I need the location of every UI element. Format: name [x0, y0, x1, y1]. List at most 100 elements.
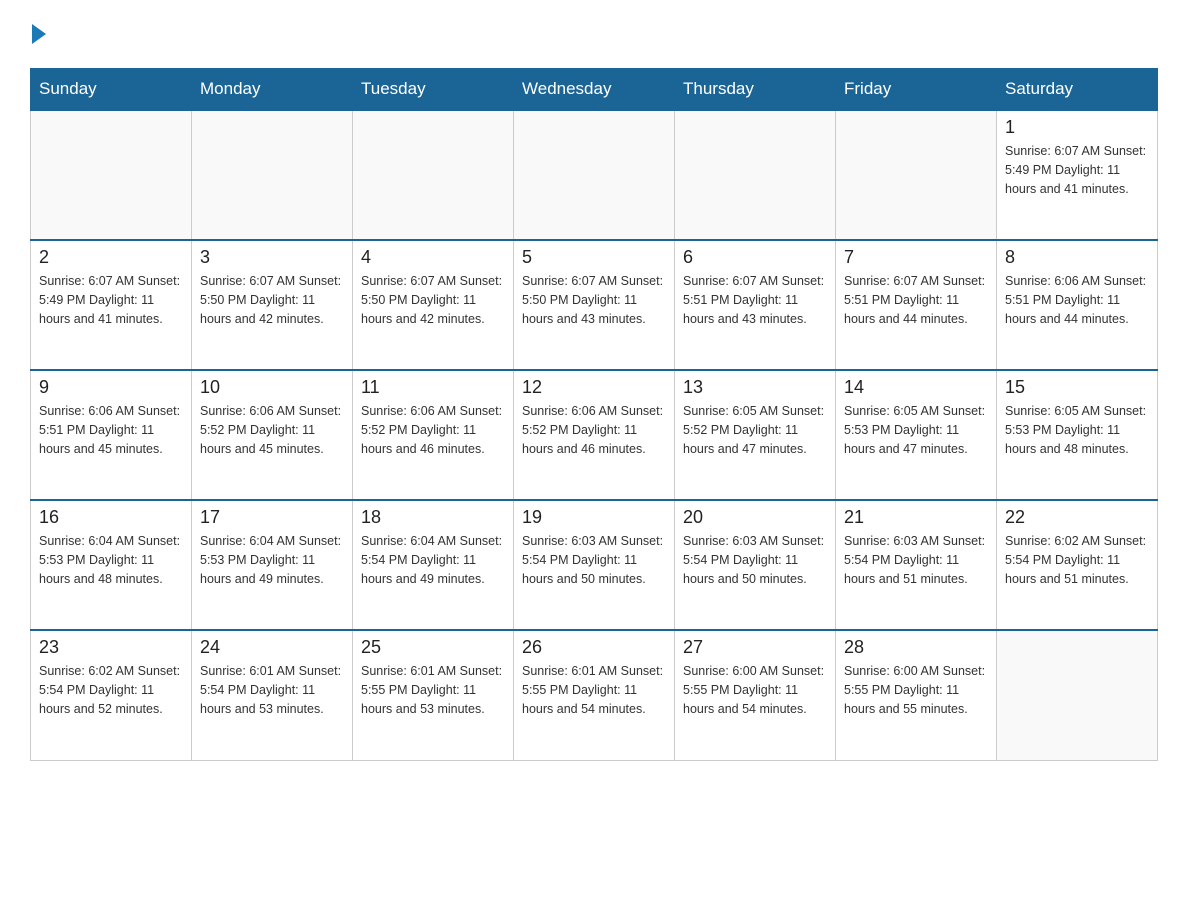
- day-number: 11: [361, 377, 505, 398]
- day-info: Sunrise: 6:03 AM Sunset: 5:54 PM Dayligh…: [683, 532, 827, 588]
- calendar-cell: 19 Sunrise: 6:03 AM Sunset: 5:54 PM Dayli…: [514, 500, 675, 630]
- day-number: 27: [683, 637, 827, 658]
- day-info: Sunrise: 6:06 AM Sunset: 5:51 PM Dayligh…: [1005, 272, 1149, 328]
- day-number: 10: [200, 377, 344, 398]
- day-header-thursday: Thursday: [675, 69, 836, 111]
- calendar-cell: 7Sunrise: 6:07 AM Sunset: 5:51 PM Daylig…: [836, 240, 997, 370]
- calendar-cell: 17 Sunrise: 6:04 AM Sunset: 5:53 PM Dayli…: [192, 500, 353, 630]
- day-header-saturday: Saturday: [997, 69, 1158, 111]
- calendar-cell: 4 Sunrise: 6:07 AM Sunset: 5:50 PM Daylig…: [353, 240, 514, 370]
- day-number: 13: [683, 377, 827, 398]
- day-info: Sunrise: 6:06 AM Sunset: 5:52 PM Dayligh…: [200, 402, 344, 458]
- day-info: Sunrise: 6:07 AM Sunset: 5:50 PM Dayligh…: [522, 272, 666, 328]
- day-info: Sunrise: 6:02 AM Sunset: 5:54 PM Dayligh…: [1005, 532, 1149, 588]
- calendar-header-row: SundayMondayTuesdayWednesdayThursdayFrid…: [31, 69, 1158, 111]
- day-info: Sunrise: 6:03 AM Sunset: 5:54 PM Dayligh…: [522, 532, 666, 588]
- calendar-cell: 20 Sunrise: 6:03 AM Sunset: 5:54 PM Dayli…: [675, 500, 836, 630]
- day-number: 15: [1005, 377, 1149, 398]
- day-info: Sunrise: 6:07 AM Sunset: 5:51 PM Dayligh…: [683, 272, 827, 328]
- day-header-sunday: Sunday: [31, 69, 192, 111]
- calendar-cell: [31, 110, 192, 240]
- day-info: Sunrise: 6:00 AM Sunset: 5:55 PM Dayligh…: [844, 662, 988, 718]
- calendar-cell: 28Sunrise: 6:00 AM Sunset: 5:55 PM Dayli…: [836, 630, 997, 760]
- page-header: [30, 20, 1158, 58]
- day-number: 4: [361, 247, 505, 268]
- calendar-cell: 24 Sunrise: 6:01 AM Sunset: 5:54 PM Dayli…: [192, 630, 353, 760]
- day-info: Sunrise: 6:07 AM Sunset: 5:50 PM Dayligh…: [361, 272, 505, 328]
- calendar-cell: [192, 110, 353, 240]
- day-number: 9: [39, 377, 183, 398]
- calendar-cell: 5 Sunrise: 6:07 AM Sunset: 5:50 PM Daylig…: [514, 240, 675, 370]
- calendar-cell: 25 Sunrise: 6:01 AM Sunset: 5:55 PM Dayli…: [353, 630, 514, 760]
- day-info: Sunrise: 6:07 AM Sunset: 5:50 PM Dayligh…: [200, 272, 344, 328]
- day-header-tuesday: Tuesday: [353, 69, 514, 111]
- day-number: 18: [361, 507, 505, 528]
- calendar-cell: 8 Sunrise: 6:06 AM Sunset: 5:51 PM Daylig…: [997, 240, 1158, 370]
- calendar-cell: 15 Sunrise: 6:05 AM Sunset: 5:53 PM Dayli…: [997, 370, 1158, 500]
- calendar-cell: 18Sunrise: 6:04 AM Sunset: 5:54 PM Dayli…: [353, 500, 514, 630]
- calendar-cell: 2Sunrise: 6:07 AM Sunset: 5:49 PM Daylig…: [31, 240, 192, 370]
- calendar-cell: 16 Sunrise: 6:04 AM Sunset: 5:53 PM Dayli…: [31, 500, 192, 630]
- calendar-cell: 14 Sunrise: 6:05 AM Sunset: 5:53 PM Dayli…: [836, 370, 997, 500]
- calendar-cell: 11 Sunrise: 6:06 AM Sunset: 5:52 PM Dayli…: [353, 370, 514, 500]
- day-number: 17: [200, 507, 344, 528]
- day-number: 24: [200, 637, 344, 658]
- calendar-cell: 9 Sunrise: 6:06 AM Sunset: 5:51 PM Daylig…: [31, 370, 192, 500]
- day-number: 1: [1005, 117, 1149, 138]
- day-info: Sunrise: 6:06 AM Sunset: 5:52 PM Dayligh…: [361, 402, 505, 458]
- logo: [30, 20, 46, 58]
- week-row-2: 2Sunrise: 6:07 AM Sunset: 5:49 PM Daylig…: [31, 240, 1158, 370]
- day-number: 19: [522, 507, 666, 528]
- calendar-cell: 6 Sunrise: 6:07 AM Sunset: 5:51 PM Daylig…: [675, 240, 836, 370]
- day-header-friday: Friday: [836, 69, 997, 111]
- day-info: Sunrise: 6:01 AM Sunset: 5:55 PM Dayligh…: [361, 662, 505, 718]
- day-info: Sunrise: 6:00 AM Sunset: 5:55 PM Dayligh…: [683, 662, 827, 718]
- day-header-monday: Monday: [192, 69, 353, 111]
- day-number: 5: [522, 247, 666, 268]
- day-number: 25: [361, 637, 505, 658]
- week-row-5: 23 Sunrise: 6:02 AM Sunset: 5:54 PM Dayli…: [31, 630, 1158, 760]
- day-info: Sunrise: 6:07 AM Sunset: 5:49 PM Dayligh…: [1005, 142, 1149, 198]
- logo-arrow-icon: [32, 24, 46, 44]
- week-row-4: 16 Sunrise: 6:04 AM Sunset: 5:53 PM Dayli…: [31, 500, 1158, 630]
- day-number: 3: [200, 247, 344, 268]
- calendar-cell: 27 Sunrise: 6:00 AM Sunset: 5:55 PM Dayli…: [675, 630, 836, 760]
- calendar-cell: 1 Sunrise: 6:07 AM Sunset: 5:49 PM Daylig…: [997, 110, 1158, 240]
- calendar-cell: [353, 110, 514, 240]
- day-info: Sunrise: 6:07 AM Sunset: 5:51 PM Dayligh…: [844, 272, 988, 328]
- calendar-cell: [997, 630, 1158, 760]
- calendar-cell: [836, 110, 997, 240]
- week-row-1: 1 Sunrise: 6:07 AM Sunset: 5:49 PM Daylig…: [31, 110, 1158, 240]
- calendar-cell: 22 Sunrise: 6:02 AM Sunset: 5:54 PM Dayli…: [997, 500, 1158, 630]
- week-row-3: 9 Sunrise: 6:06 AM Sunset: 5:51 PM Daylig…: [31, 370, 1158, 500]
- day-info: Sunrise: 6:01 AM Sunset: 5:54 PM Dayligh…: [200, 662, 344, 718]
- day-number: 12: [522, 377, 666, 398]
- day-info: Sunrise: 6:05 AM Sunset: 5:53 PM Dayligh…: [1005, 402, 1149, 458]
- day-info: Sunrise: 6:04 AM Sunset: 5:53 PM Dayligh…: [200, 532, 344, 588]
- day-info: Sunrise: 6:05 AM Sunset: 5:53 PM Dayligh…: [844, 402, 988, 458]
- calendar-cell: [514, 110, 675, 240]
- calendar-cell: [675, 110, 836, 240]
- day-info: Sunrise: 6:06 AM Sunset: 5:51 PM Dayligh…: [39, 402, 183, 458]
- calendar-cell: 12 Sunrise: 6:06 AM Sunset: 5:52 PM Dayli…: [514, 370, 675, 500]
- day-number: 14: [844, 377, 988, 398]
- day-number: 21: [844, 507, 988, 528]
- day-header-wednesday: Wednesday: [514, 69, 675, 111]
- day-number: 23: [39, 637, 183, 658]
- day-number: 8: [1005, 247, 1149, 268]
- calendar-cell: 26Sunrise: 6:01 AM Sunset: 5:55 PM Dayli…: [514, 630, 675, 760]
- day-number: 22: [1005, 507, 1149, 528]
- day-info: Sunrise: 6:07 AM Sunset: 5:49 PM Dayligh…: [39, 272, 183, 328]
- day-info: Sunrise: 6:04 AM Sunset: 5:53 PM Dayligh…: [39, 532, 183, 588]
- calendar-cell: 10 Sunrise: 6:06 AM Sunset: 5:52 PM Dayli…: [192, 370, 353, 500]
- day-number: 20: [683, 507, 827, 528]
- calendar-cell: 21 Sunrise: 6:03 AM Sunset: 5:54 PM Dayli…: [836, 500, 997, 630]
- day-number: 16: [39, 507, 183, 528]
- day-number: 6: [683, 247, 827, 268]
- day-info: Sunrise: 6:06 AM Sunset: 5:52 PM Dayligh…: [522, 402, 666, 458]
- day-info: Sunrise: 6:03 AM Sunset: 5:54 PM Dayligh…: [844, 532, 988, 588]
- day-info: Sunrise: 6:02 AM Sunset: 5:54 PM Dayligh…: [39, 662, 183, 718]
- calendar-cell: 3 Sunrise: 6:07 AM Sunset: 5:50 PM Daylig…: [192, 240, 353, 370]
- calendar-table: SundayMondayTuesdayWednesdayThursdayFrid…: [30, 68, 1158, 761]
- day-info: Sunrise: 6:01 AM Sunset: 5:55 PM Dayligh…: [522, 662, 666, 718]
